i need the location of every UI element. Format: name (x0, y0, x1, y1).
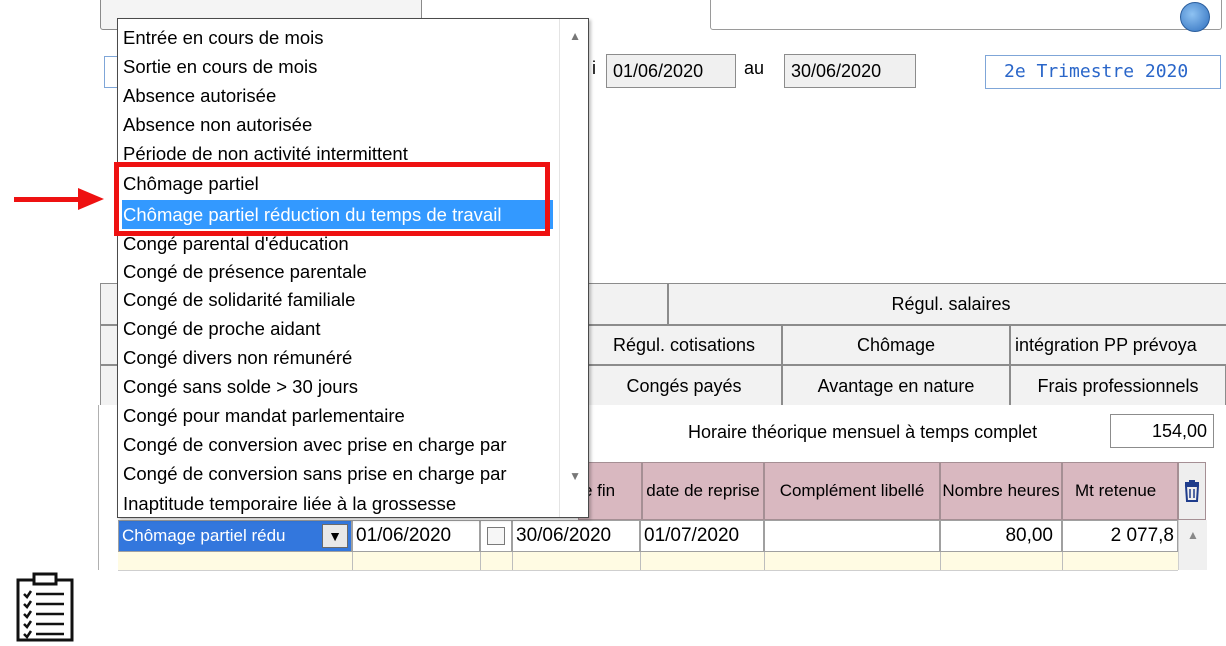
tab-chomage[interactable]: Chômage (782, 325, 1010, 365)
annotation-arrow-head-icon (78, 188, 104, 210)
quarter-label: 2e Trimestre 2020 (985, 55, 1221, 89)
tab-regul-cotisations[interactable]: Régul. cotisations (586, 325, 782, 365)
tab-integration-pp-prevoyance[interactable]: intégration PP prévoya (1010, 325, 1226, 365)
period-from-label: i (592, 58, 596, 78)
column-header-mt-retenue[interactable]: Mt retenue (1062, 462, 1178, 520)
scroll-down-icon[interactable]: ▼ (569, 469, 581, 483)
absence-type-dropdown-list[interactable]: Entrée en cours de mois Sortie en cours d… (117, 18, 589, 518)
tab-regul-salaires[interactable]: Régul. salaires (668, 283, 1226, 325)
dropdown-option[interactable]: Congé de présence parentale (121, 257, 367, 286)
dropdown-option[interactable]: Inaptitude temporaire liée à la grossess… (121, 489, 456, 517)
clipboard-checklist-icon (16, 572, 74, 642)
tab-avantage-en-nature[interactable]: Avantage en nature (782, 365, 1010, 407)
dropdown-option[interactable]: Congé pour mandat parlementaire (121, 401, 405, 430)
dropdown-option[interactable]: Congé de conversion avec prise en charge… (121, 430, 507, 459)
tab-conges-payes[interactable]: Congés payés (586, 365, 782, 407)
period-to-label: au (744, 58, 765, 78)
tab-frais-professionnels[interactable]: Frais professionnels (1010, 365, 1226, 407)
refresh-icon[interactable] (1180, 2, 1210, 32)
new-row[interactable] (118, 552, 1178, 571)
row-checkbox-cell[interactable] (480, 520, 512, 552)
annotation-highlight-box (114, 162, 550, 236)
horaire-input[interactable]: 154,00 (1110, 414, 1214, 448)
dropdown-option[interactable]: Sortie en cours de mois (121, 52, 317, 81)
date-fin-cell[interactable]: 30/06/2020 (512, 520, 640, 552)
scroll-up-icon[interactable]: ▲ (569, 29, 581, 43)
dropdown-option[interactable]: Congé de solidarité familiale (121, 285, 355, 314)
annotation-arrow-icon (14, 197, 80, 202)
complement-cell[interactable] (764, 520, 940, 552)
period-start-field[interactable]: 01/06/2020 (606, 54, 736, 88)
dropdown-option[interactable]: Congé sans solde > 30 jours (121, 372, 358, 401)
tab-blank[interactable] (586, 283, 668, 325)
period-end-field[interactable]: 30/06/2020 (784, 54, 916, 88)
toolbar-field[interactable] (710, 0, 1222, 30)
dropdown-option[interactable]: Congé de conversion sans prise en charge… (121, 459, 507, 488)
dropdown-option[interactable]: Entrée en cours de mois (121, 23, 324, 52)
date-reprise-cell[interactable]: 01/07/2020 (640, 520, 764, 552)
dropdown-option[interactable]: Congé de proche aidant (121, 314, 320, 343)
column-header-date-reprise[interactable]: date de reprise (642, 462, 764, 520)
dropdown-option[interactable]: Absence non autorisée (121, 110, 312, 139)
dropdown-option[interactable]: Absence autorisée (121, 81, 276, 110)
delete-icon[interactable] (1178, 462, 1206, 520)
column-header-nombre-heures[interactable]: Nombre heures (940, 462, 1062, 520)
absence-type-cell[interactable]: Chômage partiel rédu (118, 520, 352, 552)
mt-retenue-cell[interactable]: 2 077,8 (1062, 520, 1178, 552)
dropdown-scrollbar[interactable]: ▲ ▼ (559, 19, 588, 517)
chevron-down-icon[interactable]: ▼ (322, 524, 348, 548)
dropdown-option[interactable]: Congé divers non rémunéré (121, 343, 352, 372)
date-debut-cell[interactable]: 01/06/2020 (352, 520, 480, 552)
nombre-heures-cell[interactable]: 80,00 (940, 520, 1062, 552)
column-header-complement[interactable]: Complément libellé (764, 462, 940, 520)
row-checkbox[interactable] (487, 527, 505, 545)
grid-scrollbar[interactable]: ▲ (1178, 520, 1207, 570)
horaire-label: Horaire théorique mensuel à temps comple… (688, 422, 1038, 442)
